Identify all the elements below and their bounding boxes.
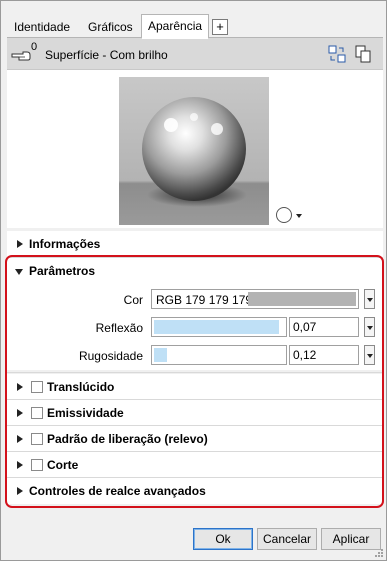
- usage-count: 0: [31, 41, 38, 53]
- expand-arrow-icon: [17, 461, 23, 469]
- preview-area: [7, 70, 383, 228]
- corte-checkbox[interactable]: [31, 459, 43, 471]
- section-label[interactable]: Parâmetros: [29, 264, 95, 278]
- expand-arrow-icon: [17, 409, 23, 417]
- color-dropdown-button[interactable]: [364, 289, 375, 309]
- expand-arrow-icon: [17, 487, 23, 495]
- material-title: Superfície - Com brilho: [45, 48, 168, 62]
- section-label: Translúcido: [47, 380, 115, 394]
- color-value: RGB 179 179 179: [156, 293, 253, 307]
- chevron-down-icon: [296, 214, 302, 218]
- section-label: Emissividade: [47, 406, 124, 420]
- section-informacoes[interactable]: Informações: [7, 231, 383, 257]
- expand-arrow-icon: [17, 240, 23, 248]
- reflexao-label: Reflexão: [95, 321, 143, 335]
- color-swatch: [248, 292, 356, 306]
- rugosidade-label: Rugosidade: [78, 349, 143, 363]
- reflexao-input[interactable]: 0,07: [289, 317, 359, 337]
- duplicate-asset-icon[interactable]: [353, 44, 373, 64]
- sphere-render: [142, 97, 247, 207]
- section-label: Corte: [47, 458, 79, 472]
- sphere-scene-icon: [276, 207, 292, 223]
- section-label: Informações: [29, 237, 101, 251]
- color-field[interactable]: RGB 179 179 179: [151, 289, 359, 309]
- cor-label: Cor: [123, 293, 143, 307]
- padrao-checkbox[interactable]: [31, 433, 43, 445]
- expand-arrow-icon: [17, 435, 23, 443]
- tab-identidade[interactable]: Identidade: [7, 16, 77, 38]
- appearance-dialog: Identidade Gráficos Aparência + 0 Superf…: [0, 0, 387, 561]
- tab-bar: Identidade Gráficos Aparência +: [7, 14, 383, 39]
- rugosidade-input[interactable]: 0,12: [289, 345, 359, 365]
- resize-grip-icon[interactable]: [374, 548, 384, 558]
- material-preview: [119, 77, 269, 225]
- section-controles[interactable]: Controles de realce avançados: [7, 478, 383, 504]
- apply-button[interactable]: Aplicar: [321, 528, 381, 550]
- add-tab-button[interactable]: +: [212, 19, 228, 35]
- divider: [7, 372, 383, 373]
- section-corte[interactable]: Corte: [7, 452, 383, 478]
- section-translucido[interactable]: Translúcido: [7, 374, 383, 400]
- section-padrao[interactable]: Padrão de liberação (relevo): [7, 426, 383, 452]
- tab-graficos[interactable]: Gráficos: [81, 16, 140, 38]
- translucido-checkbox[interactable]: [31, 381, 43, 393]
- rugosidade-dropdown-button[interactable]: [364, 345, 375, 365]
- rugosidade-slider-fill: [154, 348, 167, 362]
- hand-icon[interactable]: [11, 45, 33, 63]
- tab-aparencia[interactable]: Aparência: [141, 14, 210, 39]
- reflexao-slider[interactable]: [151, 317, 287, 337]
- section-emissividade[interactable]: Emissividade: [7, 400, 383, 426]
- cancel-button[interactable]: Cancelar: [257, 528, 317, 550]
- ok-button[interactable]: Ok: [193, 528, 253, 550]
- reflexao-dropdown-button[interactable]: [364, 317, 375, 337]
- expand-arrow-icon: [17, 383, 23, 391]
- rugosidade-slider[interactable]: [151, 345, 287, 365]
- scene-selector[interactable]: [275, 205, 309, 225]
- collapse-arrow-icon[interactable]: [15, 269, 23, 275]
- asset-header: 0 Superfície - Com brilho: [7, 38, 383, 70]
- section-label: Controles de realce avançados: [29, 484, 206, 498]
- section-label: Padrão de liberação (relevo): [47, 432, 208, 446]
- replace-asset-icon[interactable]: [327, 44, 347, 64]
- reflexao-slider-fill: [154, 320, 279, 334]
- emissividade-checkbox[interactable]: [31, 407, 43, 419]
